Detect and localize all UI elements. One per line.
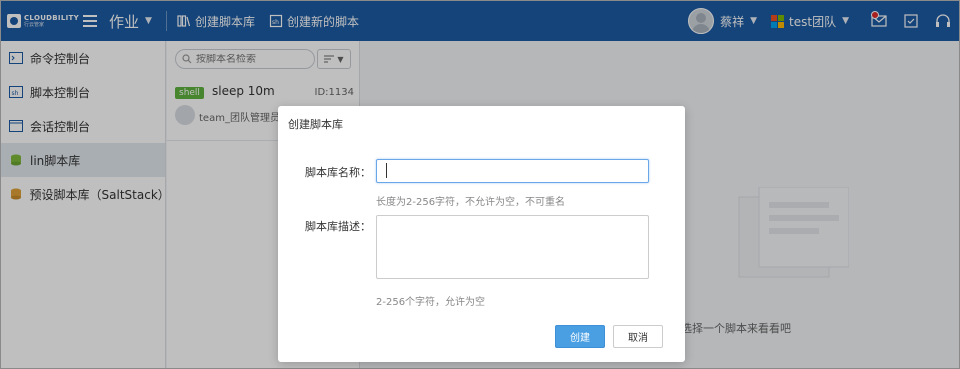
create-button[interactable]: 创建 [555,325,605,348]
library-name-hint: 长度为2-256字符，不允许为空，不可重名 [376,197,566,208]
create-library-dialog: 创建脚本库 脚本库名称： 长度为2-256字符，不允许为空，不可重名 脚本库描述… [278,106,685,362]
library-description-textarea[interactable] [376,215,649,279]
text-cursor [386,163,387,178]
library-name-input[interactable] [376,159,649,183]
library-description-label: 脚本库描述： [305,220,371,233]
library-name-label: 脚本库名称： [305,166,371,179]
library-description-hint: 2-256个字符，允许为空 [376,297,486,308]
cancel-button[interactable]: 取消 [613,325,663,348]
dialog-title: 创建脚本库 [288,118,343,131]
